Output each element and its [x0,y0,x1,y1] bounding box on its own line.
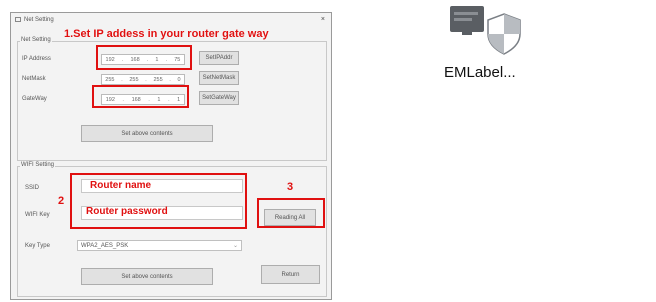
gateway-label: GateWay [22,96,47,102]
annotation-router-name: Router name [90,180,152,191]
netmask-label: NetMask [22,76,46,82]
annotation-gateway-box [92,85,189,108]
netmask-octet-2: 255 [129,76,139,83]
net-setting-group-label: Net Setting [20,37,52,43]
annotation-reading-all-box [257,198,325,228]
chevron-down-icon: ⌄ [232,243,238,249]
set-netmask-button[interactable]: SetNetMask [199,71,239,85]
annotation-step2-number: 2 [58,195,65,207]
wifi-setting-group-label: WIFI Setting [20,162,56,168]
netmask-input[interactable]: 255. 255. 255. 0 [101,74,185,85]
ip-address-label: IP Address [22,56,51,62]
set-gateway-button[interactable]: SetGateWay [199,91,239,105]
title-bar: Net Setting × [11,13,331,27]
wifi-key-label: WIFI Key [25,212,50,218]
net-set-above-button[interactable]: Set above contents [81,125,213,142]
annotation-step1: 1.Set IP addess in your router gate way [64,28,269,40]
annotation-ip-box [96,45,192,70]
wifi-set-above-button[interactable]: Set above contents [81,268,213,285]
netmask-octet-1: 255 [105,76,115,83]
annotation-step3-number: 3 [287,181,294,193]
annotation-router-password: Router password [86,206,168,217]
close-icon[interactable]: × [321,13,325,27]
ssid-label: SSID [25,185,40,191]
netmask-octet-3: 255 [153,76,163,83]
key-type-label: Key Type [25,243,50,249]
window-title: Net Setting [24,17,54,23]
netmask-octet-4: 0 [177,76,181,83]
desktop-shortcut-label: EMLabel... [444,64,516,81]
key-type-value: WPA2_AES_PSK [81,243,129,249]
set-ip-button[interactable]: SetIPAddr [199,51,239,65]
key-type-select[interactable]: WPA2_AES_PSK ⌄ [77,240,242,251]
return-button[interactable]: Return [261,265,320,284]
window-icon [15,17,21,22]
